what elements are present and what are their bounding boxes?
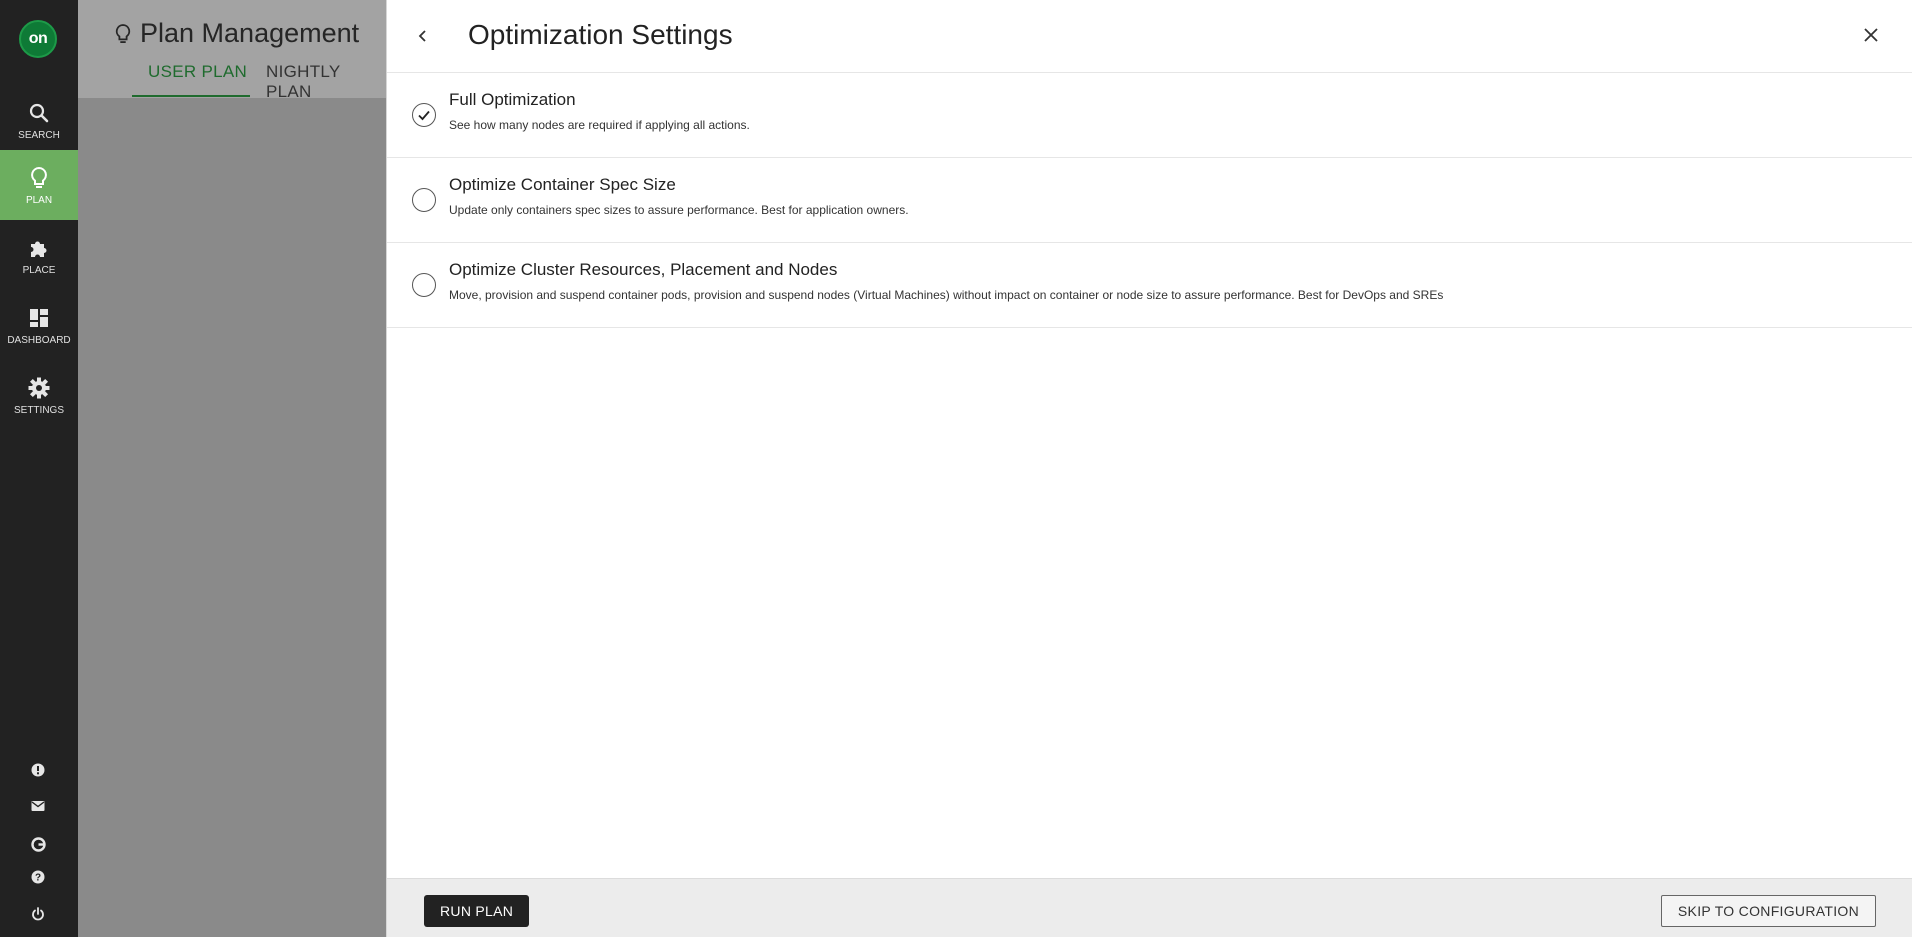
help-icon[interactable]: ? bbox=[27, 866, 49, 888]
lightbulb-icon bbox=[29, 165, 49, 191]
search-icon bbox=[29, 100, 49, 126]
nav-item-settings[interactable]: SETTINGS bbox=[0, 360, 78, 430]
panel-title: Optimization Settings bbox=[468, 19, 733, 50]
alert-icon[interactable] bbox=[27, 759, 49, 781]
panel-header: Optimization Settings bbox=[387, 0, 1912, 73]
logo[interactable]: on bbox=[19, 20, 57, 58]
gear-icon bbox=[28, 375, 50, 401]
page-title: Plan Management bbox=[114, 18, 359, 49]
puzzle-icon bbox=[28, 235, 50, 261]
nav-item-dashboard[interactable]: DASHBOARD bbox=[0, 290, 78, 360]
radio-unselected[interactable] bbox=[412, 188, 436, 212]
mail-icon[interactable] bbox=[27, 795, 49, 817]
close-icon bbox=[1864, 28, 1878, 42]
nav-item-label: PLACE bbox=[22, 264, 56, 276]
nav-item-label: PLAN bbox=[25, 194, 53, 206]
option-cluster-resources[interactable]: Optimize Cluster Resources, Placement an… bbox=[387, 243, 1912, 328]
nav-item-search[interactable]: SEARCH bbox=[0, 85, 78, 155]
lightbulb-icon bbox=[114, 23, 132, 45]
close-button[interactable] bbox=[1858, 22, 1884, 48]
option-container-spec-size[interactable]: Optimize Container Spec Size Update only… bbox=[387, 158, 1912, 243]
tab-nightly-plan[interactable]: NIGHTLY PLAN bbox=[266, 62, 386, 102]
dashboard-icon bbox=[29, 305, 49, 331]
option-description: Update only containers spec sizes to ass… bbox=[449, 203, 909, 217]
tab-user-plan[interactable]: USER PLAN bbox=[148, 62, 247, 82]
nav-item-place[interactable]: PLACE bbox=[0, 220, 78, 290]
active-tab-indicator bbox=[132, 95, 250, 97]
back-button[interactable] bbox=[411, 24, 435, 48]
gauge-icon[interactable] bbox=[27, 833, 49, 855]
option-description: See how many nodes are required if apply… bbox=[449, 118, 750, 132]
power-icon[interactable] bbox=[27, 903, 49, 925]
page-title-text: Plan Management bbox=[140, 18, 360, 48]
skip-to-configuration-button[interactable]: SKIP TO CONFIGURATION bbox=[1660, 895, 1876, 927]
optimization-settings-panel: Optimization Settings Full Optimization … bbox=[386, 0, 1912, 937]
chevron-left-icon bbox=[418, 30, 426, 42]
background-header: Plan Management USER PLAN NIGHTLY PLAN bbox=[78, 0, 386, 101]
nav-item-label: SEARCH bbox=[18, 129, 60, 141]
option-title: Optimize Cluster Resources, Placement an… bbox=[449, 260, 838, 279]
left-nav: on SEARCH PLAN PLACE DASHBOARD SETTINGS bbox=[0, 0, 78, 937]
panel-footer: RUN PLAN SKIP TO CONFIGURATION bbox=[387, 878, 1912, 937]
option-title: Optimize Container Spec Size bbox=[449, 175, 676, 194]
svg-text:?: ? bbox=[35, 873, 41, 884]
option-full-optimization[interactable]: Full Optimization See how many nodes are… bbox=[387, 73, 1912, 158]
check-icon bbox=[418, 110, 430, 121]
nav-item-label: DASHBOARD bbox=[7, 334, 71, 346]
run-plan-button[interactable]: RUN PLAN bbox=[424, 895, 530, 927]
option-description: Move, provision and suspend container po… bbox=[449, 288, 1444, 302]
nav-item-plan[interactable]: PLAN bbox=[0, 150, 78, 220]
option-title: Full Optimization bbox=[449, 90, 576, 109]
nav-item-label: SETTINGS bbox=[13, 404, 64, 416]
radio-selected[interactable] bbox=[412, 103, 436, 127]
background-app: Plan Management USER PLAN NIGHTLY PLAN bbox=[78, 0, 386, 937]
radio-unselected[interactable] bbox=[412, 273, 436, 297]
logo-text: on bbox=[28, 30, 48, 47]
